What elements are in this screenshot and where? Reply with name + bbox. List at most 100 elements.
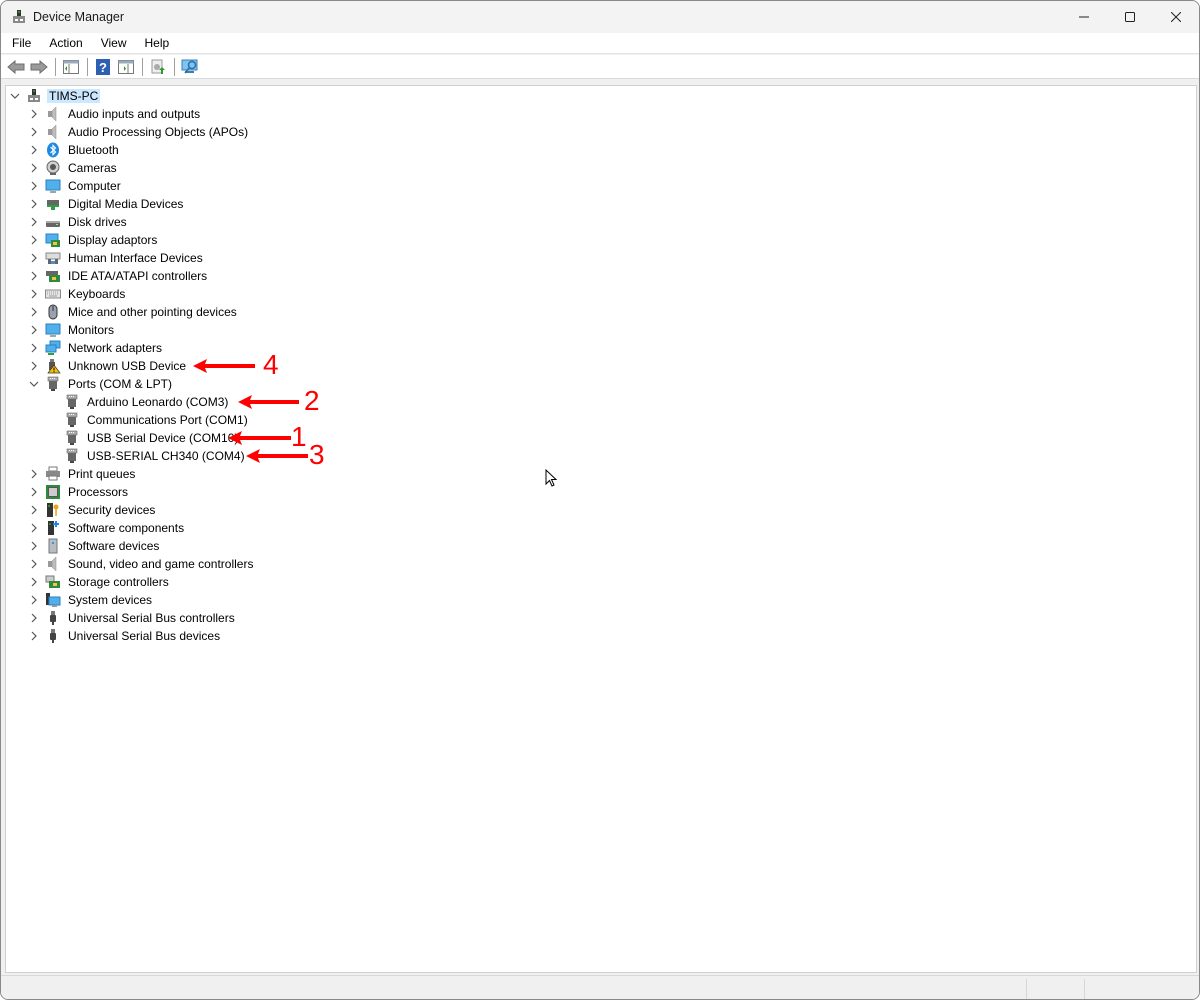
tree-category[interactable]: Computer (27, 177, 123, 195)
tree-device[interactable]: Arduino Leonardo (COM3) (46, 393, 230, 411)
chevron-right-icon[interactable] (27, 537, 41, 555)
tree-root-computer[interactable]: TIMS-PC (8, 87, 101, 105)
annotation-number: 4 (263, 349, 279, 380)
chevron-right-icon[interactable] (27, 501, 41, 519)
annotation-number: 2 (304, 385, 320, 416)
printer-icon (45, 466, 61, 482)
show-action-pane-button[interactable] (115, 57, 137, 77)
chevron-right-icon[interactable] (27, 195, 41, 213)
tree-category[interactable]: Storage controllers (27, 573, 171, 591)
maximize-button[interactable] (1107, 1, 1153, 33)
tree-category[interactable]: Security devices (27, 501, 157, 519)
tree-category[interactable]: Monitors (27, 321, 116, 339)
chevron-right-icon[interactable] (27, 483, 41, 501)
chevron-right-icon[interactable] (27, 213, 41, 231)
tree-item-label: Security devices (68, 503, 156, 517)
forward-button[interactable] (28, 57, 50, 77)
tree-category[interactable]: Human Interface Devices (27, 249, 205, 267)
tree-item-label: Human Interface Devices (68, 251, 203, 265)
update-driver-icon (151, 59, 165, 74)
chevron-right-icon[interactable] (27, 267, 41, 285)
chevron-right-icon[interactable] (27, 609, 41, 627)
tree-device[interactable]: USB Serial Device (COM10) (46, 429, 240, 447)
tree-category[interactable]: Sound, video and game controllers (27, 555, 255, 573)
close-icon (1171, 12, 1181, 22)
computer-tower-icon (26, 88, 42, 104)
tree-category[interactable]: Disk drives (27, 213, 129, 231)
chevron-right-icon[interactable] (27, 105, 41, 123)
chevron-right-icon[interactable] (27, 555, 41, 573)
chevron-right-icon[interactable] (27, 591, 41, 609)
chevron-right-icon[interactable] (27, 321, 41, 339)
close-button[interactable] (1153, 1, 1199, 33)
help-button[interactable]: ? (92, 57, 114, 77)
tree-category[interactable]: Universal Serial Bus devices (27, 627, 222, 645)
usb-warning-icon (45, 358, 61, 374)
tree-category[interactable]: Processors (27, 483, 130, 501)
tree-category[interactable]: Display adaptors (27, 231, 159, 249)
tree-category[interactable]: Keyboards (27, 285, 127, 303)
tree-category[interactable]: Software components (27, 519, 186, 537)
window-title: Device Manager (33, 10, 125, 24)
chevron-right-icon[interactable] (27, 177, 41, 195)
tree-category[interactable]: Audio Processing Objects (APOs) (27, 123, 250, 141)
tree-category[interactable]: Digital Media Devices (27, 195, 185, 213)
annotation-number: 3 (309, 439, 325, 470)
tree-item-label: Display adaptors (68, 233, 158, 247)
tree-category[interactable]: Bluetooth (27, 141, 121, 159)
chevron-right-icon[interactable] (27, 123, 41, 141)
chevron-down-icon[interactable] (27, 375, 41, 393)
tree-category[interactable]: Mice and other pointing devices (27, 303, 239, 321)
toolbar-separator (87, 57, 88, 76)
tree-category[interactable]: Cameras (27, 159, 119, 177)
system-devices-icon (45, 592, 61, 608)
tree-category[interactable]: IDE ATA/ATAPI controllers (27, 267, 209, 285)
chevron-right-icon[interactable] (27, 249, 41, 267)
tree-category[interactable]: System devices (27, 591, 154, 609)
chevron-right-icon[interactable] (27, 285, 41, 303)
tree-category[interactable]: Unknown USB Device (27, 357, 188, 375)
update-driver-button[interactable] (147, 57, 169, 77)
title-bar[interactable]: Device Manager (1, 1, 1199, 33)
back-button[interactable] (5, 57, 27, 77)
chevron-right-icon[interactable] (27, 573, 41, 591)
menu-action[interactable]: Action (38, 36, 89, 50)
chevron-right-icon[interactable] (27, 303, 41, 321)
minimize-button[interactable] (1061, 1, 1107, 33)
port-icon (45, 376, 61, 392)
tree-category[interactable]: Ports (COM & LPT) (27, 375, 174, 393)
annotation-arrow-icon (193, 359, 255, 373)
tree-category[interactable]: Network adapters (27, 339, 164, 357)
chevron-right-icon[interactable] (27, 141, 41, 159)
tree-category[interactable]: Software devices (27, 537, 161, 555)
tree-item-label: Ports (COM & LPT) (68, 377, 173, 391)
device-tree[interactable]: TIMS-PC Audio inputs and outputs Audio Pro… (5, 85, 1197, 973)
tree-device[interactable]: USB-SERIAL CH340 (COM4) (46, 447, 247, 465)
show-hide-console-tree-button[interactable] (60, 57, 82, 77)
annotation-arrow-icon (238, 395, 299, 409)
chevron-right-icon[interactable] (27, 465, 41, 483)
menu-help[interactable]: Help (134, 36, 177, 50)
tree-category[interactable]: Print queues (27, 465, 137, 483)
chevron-right-icon[interactable] (27, 357, 41, 375)
chevron-right-icon[interactable] (27, 519, 41, 537)
chevron-right-icon[interactable] (27, 231, 41, 249)
tree-item-label: Storage controllers (68, 575, 169, 589)
chevron-right-icon[interactable] (27, 627, 41, 645)
chevron-right-icon[interactable] (27, 339, 41, 357)
tree-category[interactable]: Universal Serial Bus controllers (27, 609, 237, 627)
tree-item-label: Sound, video and game controllers (68, 557, 254, 571)
menu-file[interactable]: File (1, 36, 38, 50)
chevron-down-icon[interactable] (8, 87, 22, 105)
webcam-icon (45, 160, 61, 176)
speaker-icon (45, 556, 61, 572)
chevron-right-icon[interactable] (27, 159, 41, 177)
scan-hardware-button[interactable] (179, 57, 201, 77)
tree-device[interactable]: Communications Port (COM1) (46, 411, 250, 429)
tree-category[interactable]: Audio inputs and outputs (27, 105, 202, 123)
menu-view[interactable]: View (90, 36, 134, 50)
